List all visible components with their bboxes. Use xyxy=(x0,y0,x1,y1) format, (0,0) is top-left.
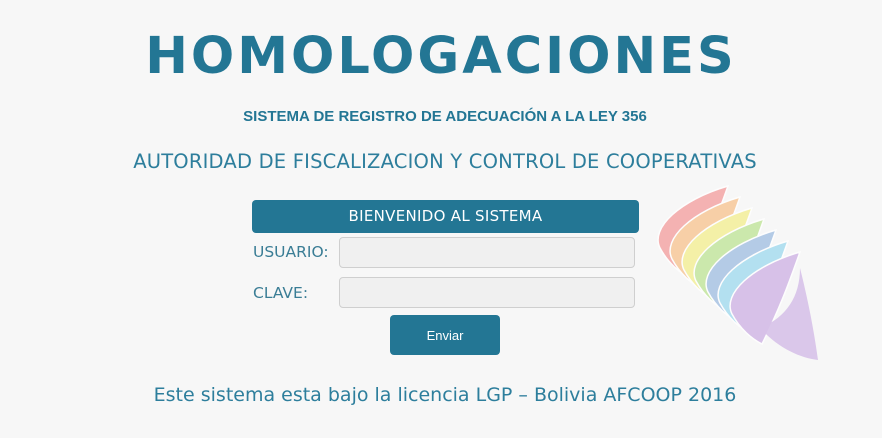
license-footer: Este sistema esta bajo la licencia LGP –… xyxy=(153,384,737,406)
username-input[interactable] xyxy=(339,237,635,268)
submit-button[interactable]: Enviar xyxy=(390,315,500,355)
login-page: HOMOLOGACIONES SISTEMA DE REGISTRO DE AD… xyxy=(0,0,882,438)
password-input[interactable] xyxy=(339,277,635,308)
app-title: HOMOLOGACIONES xyxy=(145,27,737,86)
password-label: CLAVE: xyxy=(253,284,309,302)
welcome-banner: BIENVENIDO AL SISTEMA xyxy=(252,200,639,233)
organization-name: AUTORIDAD DE FISCALIZACION Y CONTROL DE … xyxy=(133,150,757,173)
wiphala-rainbow-logo-icon xyxy=(657,184,818,360)
username-label: USUARIO: xyxy=(253,243,329,261)
system-subtitle: SISTEMA DE REGISTRO DE ADECUACIÓN A LA L… xyxy=(243,108,647,125)
